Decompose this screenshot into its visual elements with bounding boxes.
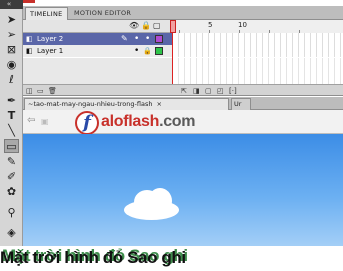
layer-name: Layer 1: [37, 47, 64, 55]
selection-tool-icon[interactable]: ➤: [4, 13, 19, 27]
layer-color-swatch[interactable]: [155, 35, 163, 43]
panel-tabs: TIMELINE MOTION EDITOR: [23, 6, 343, 20]
pencil-icon: ✎: [121, 34, 128, 43]
bone-tool-icon[interactable]: ⚲: [4, 206, 19, 220]
flash-window: « ➤ ➢ ⊠ ◉ ℓ ✒ T ╲ ▭ ✎ ✐ ✿ ⚲ ◈ TIMELINE M…: [0, 0, 343, 271]
subselection-tool-icon[interactable]: ➢: [4, 28, 19, 42]
delete-layer-icon[interactable]: 🗑: [48, 85, 57, 97]
text-tool-icon[interactable]: T: [4, 109, 19, 123]
scene-icon[interactable]: ▣: [41, 117, 49, 126]
layer-frames[interactable]: [173, 45, 343, 57]
document-tabs: ~tao-mat-may-ngau-nhieu-trong-flash × Ur: [23, 97, 343, 110]
layer-frames[interactable]: [173, 33, 343, 45]
brush-tool-icon[interactable]: ✐: [4, 170, 19, 184]
lasso-tool-icon[interactable]: ℓ: [4, 73, 19, 87]
aloflash-wordmark: aloflash.com: [101, 113, 196, 130]
panel-grip[interactable]: «: [0, 0, 23, 9]
tab-motion-editor[interactable]: MOTION EDITOR: [70, 7, 135, 20]
deco-tool-icon[interactable]: ✿: [4, 185, 19, 199]
timeline-footer: ◫ ▭ 🗑 ⇱ ◨ ▢ ◰ [·]: [23, 84, 343, 96]
new-folder-icon[interactable]: ▭: [37, 85, 44, 97]
markers-icon[interactable]: [·]: [229, 85, 237, 97]
onion-skin-icon[interactable]: ◨: [193, 85, 200, 97]
outline-icon[interactable]: ▢: [153, 21, 161, 30]
caption-overlay: Mặt trời hình đỏ Sao ghi Mặt trời hình đ…: [0, 246, 343, 271]
back-arrow-icon[interactable]: ⇦: [27, 115, 35, 126]
stage-canvas[interactable]: [23, 134, 343, 250]
cloud-shape[interactable]: [124, 188, 179, 220]
tab-timeline[interactable]: TIMELINE: [25, 7, 68, 20]
pen-tool-icon[interactable]: ✒: [4, 94, 19, 108]
frame-ruler[interactable]: 5 10: [173, 20, 343, 33]
ruler-label: 5: [208, 21, 213, 29]
close-tab-icon[interactable]: ×: [157, 100, 162, 108]
eye-icon[interactable]: 👁: [129, 21, 139, 30]
3d-rotation-tool-icon[interactable]: ◉: [4, 58, 19, 72]
free-transform-tool-icon[interactable]: ⊠: [4, 43, 19, 57]
new-layer-icon[interactable]: ◫: [26, 85, 33, 97]
lock-icon[interactable]: 🔒: [141, 21, 151, 30]
layer-row[interactable]: ◧ Layer 2 ✎ • •: [23, 33, 343, 45]
timeline-empty-area: [23, 58, 343, 84]
caption-text: Mặt trời hình đỏ Sao ghi: [0, 248, 186, 267]
layer-color-swatch[interactable]: [155, 47, 163, 55]
ruler-label: 10: [238, 21, 247, 29]
layer-icon: ◧: [26, 35, 33, 43]
paint-bucket-tool-icon[interactable]: ◈: [4, 226, 19, 240]
center-frame-icon[interactable]: ⇱: [181, 85, 187, 97]
aloflash-logo: f: [75, 111, 99, 135]
line-tool-icon[interactable]: ╲: [4, 124, 19, 138]
document-tab-active[interactable]: ~tao-mat-may-ngau-nhieu-trong-flash ×: [24, 98, 229, 110]
layer-row[interactable]: ◧ Layer 1 • 🔒: [23, 45, 343, 57]
layer-name: Layer 2: [37, 35, 64, 43]
onion-outline-icon[interactable]: ▢: [205, 85, 212, 97]
document-tab[interactable]: Ur: [231, 98, 251, 110]
playhead[interactable]: [170, 20, 176, 33]
edit-frames-icon[interactable]: ◰: [217, 85, 224, 97]
edit-bar: ⇦ ▣ f aloflash.com: [23, 110, 343, 135]
lock-icon[interactable]: 🔒: [143, 45, 152, 57]
top-strip: [23, 0, 343, 3]
rectangle-tool-icon[interactable]: ▭: [4, 139, 19, 153]
timeline-header: 👁 🔒 ▢ 5 10: [23, 20, 343, 33]
pencil-tool-icon[interactable]: ✎: [4, 155, 19, 169]
tools-panel: « ➤ ➢ ⊠ ◉ ℓ ✒ T ╲ ▭ ✎ ✐ ✿ ⚲ ◈: [0, 0, 23, 250]
layer-icon: ◧: [26, 47, 33, 55]
